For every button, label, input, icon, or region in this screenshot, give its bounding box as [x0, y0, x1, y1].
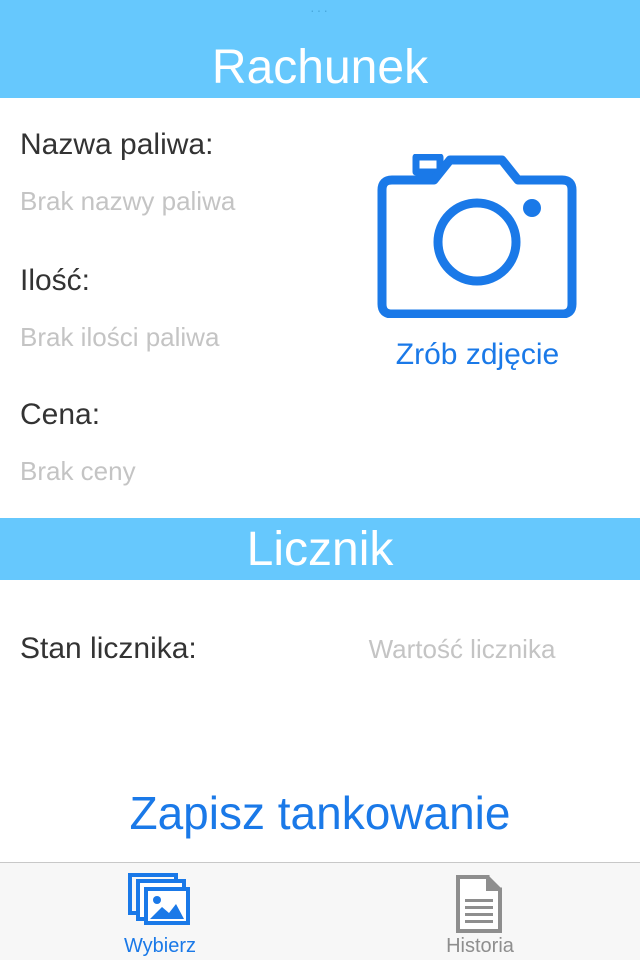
take-photo-button[interactable]: Zrób zdjęcie — [370, 150, 585, 385]
meter-reading-label: Stan licznika: — [20, 632, 197, 665]
fuel-name-label: Nazwa paliwa: — [20, 128, 214, 161]
fuel-entry-screen: ··· Rachunek Nazwa paliwa: Brak nazwy pa… — [0, 0, 640, 960]
tab-historia-label: Historia — [446, 935, 514, 957]
camera-icon — [377, 154, 577, 318]
take-photo-label: Zrób zdjęcie — [395, 338, 560, 371]
price-value: Brak ceny — [20, 456, 136, 486]
receipt-title: Rachunek — [211, 41, 429, 94]
document-icon — [456, 875, 502, 933]
receipt-header: ··· Rachunek — [0, 0, 640, 98]
price-label: Cena: — [20, 398, 101, 431]
tab-wybierz[interactable]: Wybierz — [0, 863, 320, 960]
tab-historia[interactable]: Historia — [320, 863, 640, 960]
fuel-name-value: Brak nazwy paliwa — [20, 186, 236, 216]
meter-reading-input[interactable] — [340, 626, 584, 672]
quantity-label: Ilość: — [20, 264, 91, 297]
meter-title: Licznik — [246, 523, 394, 576]
tab-wybierz-label: Wybierz — [123, 935, 197, 957]
tab-bar: Wybierz Historia — [0, 862, 640, 960]
save-refuel-button[interactable]: Zapisz tankowanie — [0, 786, 640, 840]
quantity-value: Brak ilości paliwa — [20, 322, 220, 352]
photo-library-icon — [128, 873, 190, 925]
meter-header: Licznik — [0, 518, 640, 580]
status-bar-dots: ··· — [310, 2, 330, 18]
